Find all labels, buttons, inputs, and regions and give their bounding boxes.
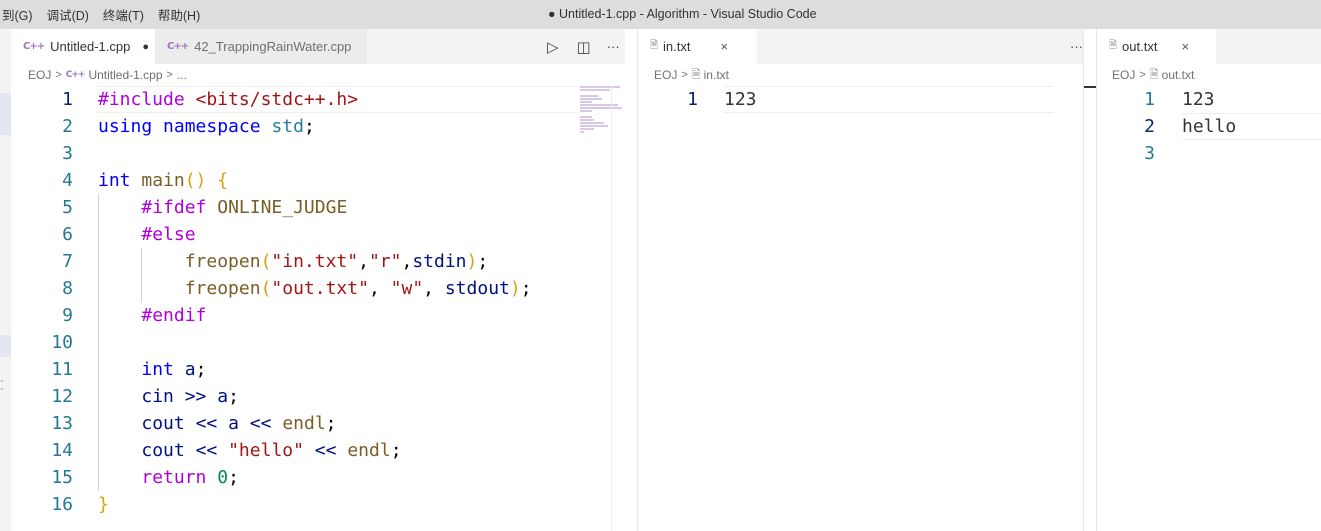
- menu-item-debug[interactable]: 调试(D): [47, 5, 89, 24]
- code-line: 123: [724, 89, 757, 110]
- modified-dot-icon[interactable]: ●: [142, 41, 149, 53]
- code-line: cout << a << endl;: [141, 413, 337, 434]
- split-editor-icon[interactable]: ◫: [577, 38, 591, 56]
- more-actions-icon[interactable]: ···: [1070, 39, 1083, 54]
- menu-item-goto[interactable]: 到(G): [2, 5, 33, 24]
- code-line: freopen("out.txt", "w", stdout);: [184, 278, 532, 299]
- tab-label: Untitled-1.cpp: [50, 39, 131, 54]
- tab-bar: C++ Untitled-1.cpp ● C++ 42_TrappingRain…: [11, 29, 625, 64]
- tab-label: 42_TrappingRainWater.cpp: [194, 39, 352, 54]
- line-number: 1: [62, 89, 73, 110]
- line-number: 10: [51, 332, 73, 353]
- code-line: int main() {: [98, 170, 229, 191]
- indent-guide: [98, 194, 99, 491]
- line-number: 6: [62, 224, 73, 245]
- line-number: 8: [62, 278, 73, 299]
- line-number: 12: [51, 386, 73, 407]
- tab-label: out.txt: [1122, 39, 1158, 54]
- line-number: 5: [62, 197, 73, 218]
- tab-in-txt[interactable]: 🗎 in.txt ×: [638, 29, 757, 64]
- breadcrumb-file[interactable]: out.txt: [1162, 68, 1195, 82]
- text-editor-out[interactable]: 1 123 2 hello 3: [1097, 86, 1321, 531]
- indent-guide: [141, 248, 143, 302]
- breadcrumb-folder[interactable]: EOJ: [654, 68, 677, 82]
- line-number: 3: [62, 143, 73, 164]
- tab-untitled-1[interactable]: C++ Untitled-1.cpp ●: [11, 29, 155, 64]
- cpp-file-icon: C++: [167, 41, 189, 52]
- file-icon: 🗎: [1109, 40, 1117, 51]
- tab-bar: 🗎 out.txt ×: [1097, 29, 1321, 64]
- chevron-right-icon: >: [681, 69, 688, 81]
- line-number: 16: [51, 494, 73, 515]
- breadcrumb-folder[interactable]: EOJ: [1112, 68, 1135, 82]
- line-number: 11: [51, 359, 73, 380]
- close-icon[interactable]: ×: [721, 39, 729, 54]
- line-number: 1: [687, 89, 698, 110]
- line-number: 14: [51, 440, 73, 461]
- tab-bar: 🗎 in.txt × ···: [638, 29, 1083, 64]
- editor-group-main: C++ Untitled-1.cpp ● C++ 42_TrappingRain…: [11, 29, 625, 531]
- run-icon[interactable]: ▷: [547, 38, 559, 56]
- code-line: #else: [141, 224, 196, 245]
- chevron-right-icon: >: [55, 69, 62, 81]
- file-icon: 🗎: [650, 40, 658, 51]
- editor-actions: ···: [1070, 29, 1083, 64]
- more-icon[interactable]: · ·: [0, 376, 4, 395]
- code-line: }: [98, 494, 109, 515]
- cpp-file-icon: C++: [23, 41, 45, 52]
- editor-group-out: 🗎 out.txt × EOJ > 🗎 out.txt 1 123 2 hello 3: [1097, 29, 1321, 531]
- side-bar-selection: [0, 93, 11, 135]
- line-number: 9: [62, 305, 73, 326]
- chevron-right-icon: >: [166, 69, 173, 81]
- line-number: 2: [1144, 116, 1155, 137]
- editor-group-in: 🗎 in.txt × ··· EOJ > 🗎 in.txt 1 123: [638, 29, 1083, 531]
- code-line: freopen("in.txt","r",stdin);: [184, 251, 489, 272]
- breadcrumb-symbol[interactable]: ...: [177, 68, 187, 82]
- close-icon[interactable]: ×: [1181, 39, 1189, 54]
- breadcrumb-file[interactable]: in.txt: [704, 68, 729, 82]
- window-title: ● Untitled-1.cpp - Algorithm - Visual St…: [548, 7, 817, 21]
- file-icon: 🗎: [1149, 67, 1159, 81]
- code-line: #ifdef ONLINE_JUDGE: [141, 197, 348, 218]
- more-actions-icon[interactable]: ···: [607, 39, 620, 54]
- line-number: 2: [62, 116, 73, 137]
- chevron-right-icon: >: [1139, 69, 1146, 81]
- file-icon: 🗎: [691, 67, 701, 81]
- code-line: #endif: [141, 305, 207, 326]
- breadcrumb: EOJ > 🗎 out.txt: [1097, 64, 1321, 86]
- line-number: 4: [62, 170, 73, 191]
- breadcrumb-file[interactable]: Untitled-1.cpp: [88, 68, 162, 82]
- code-line: using namespace std;: [98, 116, 315, 137]
- line-number: 15: [51, 467, 73, 488]
- line-number: 13: [51, 413, 73, 434]
- code-line: cin >> a;: [141, 386, 239, 407]
- code-line: 123: [1182, 89, 1215, 110]
- code-line: return 0;: [141, 467, 239, 488]
- line-number: 3: [1144, 143, 1155, 164]
- breadcrumb-folder[interactable]: EOJ: [28, 68, 51, 82]
- line-number: 1: [1144, 89, 1155, 110]
- tab-label: in.txt: [663, 39, 691, 54]
- code-line: hello: [1182, 116, 1237, 137]
- code-line: int a;: [141, 359, 207, 380]
- editor-actions: ▷ ◫ ···: [547, 29, 620, 64]
- menu-bar: 到(G) 调试(D) 终端(T) 帮助(H): [0, 0, 214, 29]
- code-line: cout << "hello" << endl;: [141, 440, 402, 461]
- code-editor[interactable]: 1 #include <bits/stdc++.h> 2 using namespac…: [11, 86, 625, 531]
- title-bar: 到(G) 调试(D) 终端(T) 帮助(H) ● Untitled-1.cpp …: [0, 0, 1321, 29]
- line-number: 7: [62, 251, 73, 272]
- code-line: #include <bits/stdc++.h>: [98, 89, 359, 110]
- menu-item-help[interactable]: 帮助(H): [158, 5, 200, 24]
- breadcrumb: EOJ > C++ Untitled-1.cpp > ...: [11, 64, 625, 86]
- side-bar-edge: · ·: [0, 29, 11, 531]
- tab-trapping-rain-water[interactable]: C++ 42_TrappingRainWater.cpp: [155, 29, 367, 64]
- text-editor-in[interactable]: 1 123: [638, 86, 1083, 531]
- tab-out-txt[interactable]: 🗎 out.txt ×: [1097, 29, 1216, 64]
- breadcrumb: EOJ > 🗎 in.txt: [638, 64, 1083, 86]
- cpp-file-icon: C++: [65, 70, 86, 80]
- side-bar-selection: [0, 335, 11, 357]
- overview-ruler-cursor: [1084, 86, 1096, 88]
- menu-item-terminal[interactable]: 终端(T): [103, 5, 144, 24]
